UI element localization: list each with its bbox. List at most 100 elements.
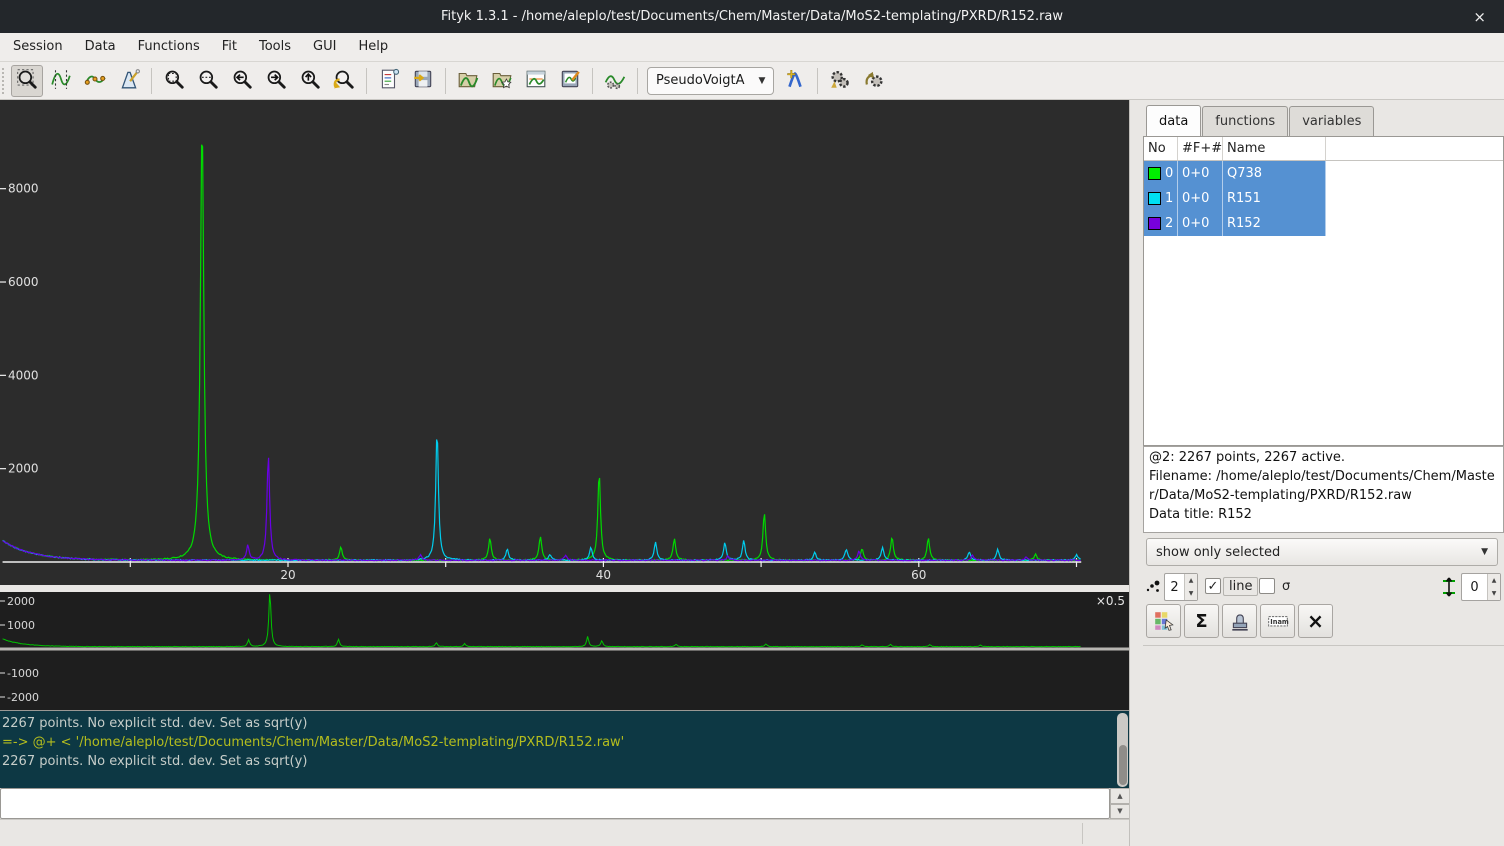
add-peak-mode-button[interactable] [113,65,145,97]
dataset-color-swatch[interactable] [1148,217,1161,230]
tab-data[interactable]: data [1146,105,1201,136]
main-plot[interactable]: 2040602000400060008000 [0,100,1129,585]
floppy-plot-icon [559,68,581,94]
delete-dataset-button[interactable]: × [1298,604,1333,638]
spinner-up-icon[interactable]: ▲ [1185,574,1197,587]
menu-gui[interactable]: GUI [302,33,347,61]
zoom-vertical-button[interactable] [294,65,326,97]
console-scrollbar-thumb[interactable] [1119,745,1127,785]
spinner-down-icon[interactable]: ▼ [1110,804,1130,820]
zoom-left-button[interactable] [226,65,258,97]
zoom-horizontal-button[interactable] [192,65,224,97]
spinner-down-icon[interactable]: ▼ [1185,587,1197,600]
dataset-color-swatch[interactable] [1148,167,1161,180]
zoom-previous-button[interactable] [328,65,360,97]
zoom-left-icon [231,68,253,94]
menu-help[interactable]: Help [347,33,399,61]
undo-fit-button[interactable] [858,65,890,97]
aux-plot-canvas: 20001000-1000-2000 [0,592,1129,710]
point-size-stepper[interactable]: 2 ▲▼ [1164,573,1198,601]
close-x-icon: × [1307,611,1324,631]
data-style-button[interactable] [1146,604,1181,638]
sigma-checkbox[interactable] [1259,578,1275,594]
toolbar-separator [445,68,446,94]
sum-button[interactable]: Σ [1184,604,1219,638]
point-size-value: 2 [1165,574,1184,600]
output-console[interactable]: 2267 points. No explicit std. dev. Set a… [0,710,1129,788]
save-session-button[interactable] [407,65,439,97]
script-log-button[interactable] [373,65,405,97]
svg-text:1000: 1000 [7,619,35,632]
console-line: =-> @+ < '/home/aleplo/test/Documents/Ch… [2,733,1129,752]
side-panel-splitter[interactable] [1129,100,1143,846]
save-image-button[interactable] [554,65,586,97]
command-input[interactable] [0,788,1110,819]
run-fit-button[interactable] [824,65,856,97]
menu-session[interactable]: Session [2,33,74,61]
point-size-icon [1145,579,1161,595]
load-data-button[interactable] [452,65,484,97]
spinner-down-icon[interactable]: ▼ [1488,587,1500,600]
zoom-mode-button[interactable] [11,65,43,97]
copy-data-button[interactable] [1222,604,1257,638]
plot-export-button[interactable] [520,65,552,97]
menu-fit[interactable]: Fit [211,33,248,61]
table-row-r151[interactable]: 1 0+0 R151 [1144,186,1326,211]
spinner-up-icon[interactable]: ▲ [1110,788,1130,804]
spinner-up-icon[interactable]: ▲ [1488,574,1500,587]
toolbar-separator [817,68,818,94]
table-row-q738[interactable]: 0 0+0 Q738 [1144,161,1326,186]
svg-text:-1000: -1000 [7,667,39,680]
svg-text:8000: 8000 [8,182,39,196]
dataset-no: 0 [1165,166,1173,181]
dataset-func-count: 0+0 [1178,186,1223,211]
gears-undo-icon [863,68,885,94]
tab-functions[interactable]: functions [1202,106,1288,136]
y-shift-stepper[interactable]: 0 ▲▼ [1461,573,1501,601]
sigma-checkbox-label[interactable]: σ [1277,577,1295,596]
zoom-right-button[interactable] [260,65,292,97]
menu-bar: Session Data Functions Fit Tools GUI Hel… [0,33,1504,62]
script-document-icon [378,68,400,94]
main-plot-canvas: 2040602000400060008000 [0,100,1129,585]
auto-add-peak-button[interactable]: + [779,65,811,97]
menu-functions[interactable]: Functions [127,33,211,61]
line-checkbox[interactable]: ✓ [1205,578,1221,594]
command-history-spinner[interactable]: ▲ ▼ [1110,788,1130,819]
aux-plot[interactable]: 20001000-1000-2000 ×0.5 [0,592,1129,710]
show-filter-select[interactable]: show only selected ▼ [1146,538,1498,566]
background-mode-button[interactable] [79,65,111,97]
dataset-table-header: No #F+# Name [1144,137,1503,161]
line-checkbox-label[interactable]: line [1223,577,1258,596]
function-type-select[interactable]: PseudoVoigtA ▼ [647,67,774,95]
tab-variables[interactable]: variables [1289,106,1374,136]
load-data-custom-button[interactable] [486,65,518,97]
toolbar-separator [366,68,367,94]
dataset-color-swatch[interactable] [1148,192,1161,205]
toolbar-grip[interactable] [2,68,10,94]
dataset-info-panel: @2: 2267 points, 2267 active. Filename: … [1143,446,1504,533]
zoom-all-button[interactable] [158,65,190,97]
console-scrollbar[interactable] [1117,713,1128,787]
plot-splitter[interactable] [0,585,1129,592]
dataset-func-count: 0+0 [1178,161,1223,186]
rename-button[interactable]: Inam [1260,604,1295,638]
table-row-r152[interactable]: 2 0+0 R152 [1144,211,1326,236]
column-header-name: Name [1223,137,1326,160]
toolbar: PseudoVoigtA ▼ + [0,62,1504,100]
dataset-name: Q738 [1223,161,1326,186]
aux-scale-label: ×0.5 [1096,594,1125,608]
open-folder-curve-icon [457,68,479,94]
column-header-f: #F+# [1178,137,1223,160]
close-icon[interactable]: × [1467,0,1492,33]
menu-tools[interactable]: Tools [248,33,302,61]
statusbar-divider [1082,823,1083,844]
chevron-down-icon: ▼ [759,76,766,86]
dataset-table: No #F+# Name 0 0+0 Q738 1 0+0 R151 2 0+0… [1143,136,1504,446]
menu-data[interactable]: Data [74,33,127,61]
dataset-no: 2 [1165,216,1173,231]
data-transform-button[interactable] [599,65,631,97]
data-range-mode-button[interactable] [45,65,77,97]
zoom-horizontal-icon [197,68,219,94]
stamp-copy-icon [1229,610,1251,632]
